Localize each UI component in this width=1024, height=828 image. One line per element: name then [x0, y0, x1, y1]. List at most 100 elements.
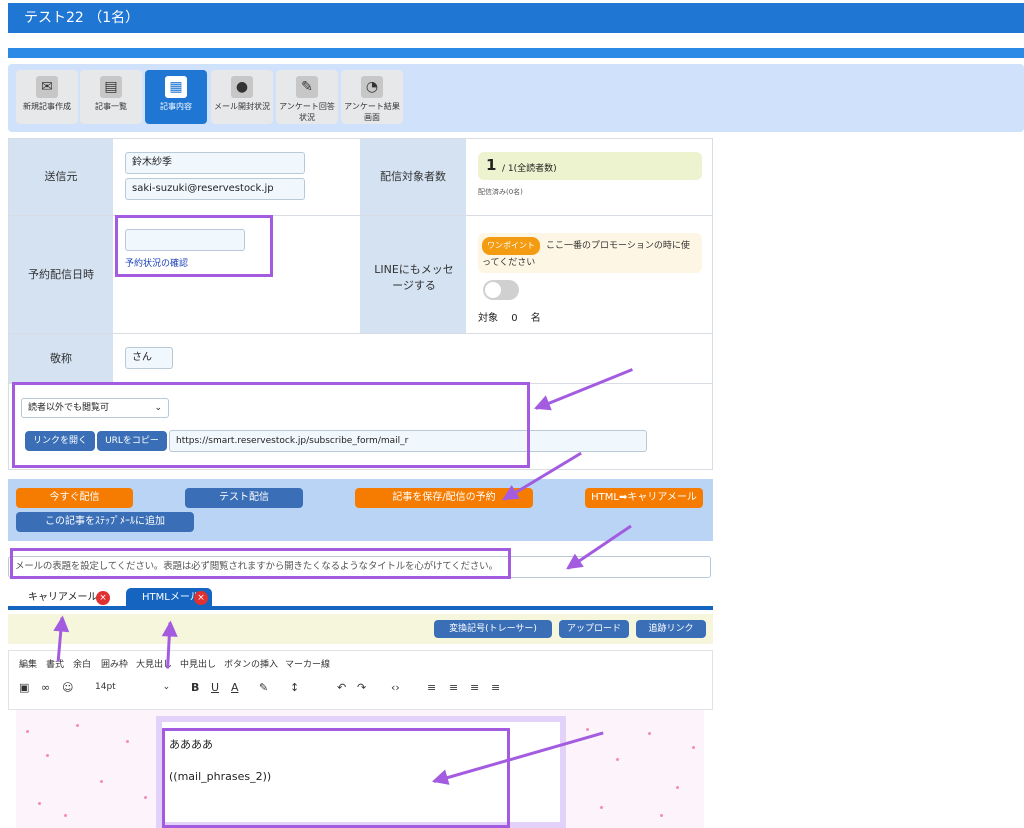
line-message-label-cell: LINEにもメッセージする — [360, 216, 466, 333]
redo-icon[interactable]: ↷ — [357, 681, 366, 694]
menu-margin[interactable]: 余白 — [73, 657, 91, 670]
undo-icon[interactable]: ↶ — [337, 681, 346, 694]
bold-icon[interactable]: B — [191, 681, 199, 694]
link-icon[interactable]: ∞ — [41, 681, 50, 694]
menu-frame[interactable]: 囲み枠 — [101, 657, 128, 670]
decor-dot — [144, 796, 147, 799]
sender-email-field[interactable]: saki-suzuki@reservestock.jp — [125, 178, 305, 200]
decor-dot — [660, 814, 663, 817]
toolbar-label: アンケート結果画面 — [344, 102, 400, 122]
align-center-icon[interactable]: ≡ — [449, 681, 458, 694]
annotation-highlight-box — [12, 382, 530, 468]
html-to-carrier-button[interactable]: HTML➡キャリアメール — [585, 488, 703, 508]
toolbar-article-list[interactable]: ▤ 記事一覧 — [80, 70, 142, 124]
align-right-icon[interactable]: ≡ — [470, 681, 479, 694]
font-size-value: 14pt — [95, 682, 116, 692]
toolbar-label: 記事内容 — [160, 102, 192, 111]
tab-html-mail[interactable]: HTMLメール × — [126, 588, 212, 608]
header-divider-bar — [8, 48, 1024, 58]
target-count-value: 1 — [486, 156, 497, 174]
menu-medium-heading[interactable]: 中見出し — [180, 657, 216, 670]
footprint-icon: ● — [231, 76, 253, 98]
line-message-toggle[interactable] — [483, 280, 519, 300]
decor-dot — [26, 730, 29, 733]
newspaper-icon: ▦ — [165, 76, 187, 98]
line-height-icon[interactable]: ↕ — [290, 681, 299, 694]
line-target-count: 0 — [511, 313, 518, 324]
close-icon[interactable]: × — [96, 591, 110, 605]
align-left-icon[interactable]: ≡ — [427, 681, 436, 694]
tip-badge: ワンポイント — [482, 237, 540, 255]
tip-box: ワンポイント ここ一番のプロモーションの時に使ってください — [478, 233, 702, 273]
honorific-label: 敬称 — [9, 334, 113, 383]
tracking-link-button[interactable]: 追跡リンク — [636, 620, 706, 638]
toolbar-mail-open-status[interactable]: ● メール開封状況 — [211, 70, 273, 124]
decor-dot — [676, 786, 679, 789]
text-color-icon[interactable]: A — [231, 681, 239, 694]
schedule-label: 予約配信日時 — [9, 216, 113, 333]
emoji-icon[interactable]: ☺ — [62, 681, 73, 694]
highlight-icon[interactable]: ✎ — [259, 681, 268, 694]
close-icon[interactable]: × — [194, 591, 208, 605]
toolbar-survey-results[interactable]: ◔ アンケート結果画面 — [341, 70, 403, 124]
menu-insert-button[interactable]: ボタンの挿入 — [224, 657, 278, 670]
decor-dot — [76, 724, 79, 727]
new-mail-icon: ✉ — [36, 76, 58, 98]
menu-marker-line[interactable]: マーカー線 — [285, 657, 330, 670]
align-justify-icon[interactable]: ≡ — [491, 681, 500, 694]
sender-label: 送信元 — [9, 139, 113, 215]
convert-symbol-button[interactable]: 変換記号(トレーサー) — [434, 620, 552, 638]
decor-dot — [616, 758, 619, 761]
line-target-row: 対象 0 名 — [478, 309, 541, 324]
mouse-icon: ◔ — [361, 76, 383, 98]
editor-action-bar: 変換記号(トレーサー) アップロード 追跡リンク — [8, 614, 713, 644]
annotation-highlight-box — [10, 548, 511, 579]
decor-dot — [38, 802, 41, 805]
line-message-label: LINEにもメッセージする — [374, 263, 454, 292]
page-title: テスト22 （1名） — [8, 3, 1024, 33]
menu-format[interactable]: 書式 — [46, 657, 64, 670]
target-count-label: 配信対象者数 — [360, 139, 466, 215]
tab-carrier-mail[interactable]: キャリアメール × — [12, 588, 122, 608]
survey-icon: ✎ — [296, 76, 318, 98]
toolbar-label: 新規記事作成 — [23, 102, 71, 111]
row-divider — [9, 333, 712, 334]
menu-edit[interactable]: 編集 — [19, 657, 37, 670]
target-count-box: 1 / 1(全読者数) — [478, 152, 702, 180]
decor-dot — [64, 814, 67, 817]
font-size-select[interactable]: 14pt ⌄ — [95, 682, 170, 692]
decor-dot — [692, 746, 695, 749]
line-target-unit: 名 — [530, 313, 541, 324]
code-icon[interactable]: ‹› — [391, 681, 400, 694]
toolbar-article-content[interactable]: ▦ 記事内容 — [145, 70, 207, 124]
image-icon[interactable]: ▣ — [19, 681, 29, 694]
editor-toolbar: 編集 書式 余白 囲み枠 大見出し 中見出し ボタンの挿入 マーカー線 ▣ ∞ … — [8, 650, 713, 710]
toolbar-label: メール開封状況 — [214, 102, 270, 111]
decor-dot — [126, 740, 129, 743]
send-now-button[interactable]: 今すぐ配信 — [16, 488, 133, 508]
line-target-label: 対象 — [478, 313, 498, 324]
decor-dot — [46, 754, 49, 757]
test-send-button[interactable]: テスト配信 — [185, 488, 303, 508]
annotation-highlight-box — [162, 728, 510, 828]
honorific-input[interactable]: さん — [125, 347, 173, 369]
toolbar-survey-status[interactable]: ✎ アンケート回答状況 — [276, 70, 338, 124]
mail-type-tabs: キャリアメール × HTMLメール × — [8, 586, 713, 610]
action-button-panel: 今すぐ配信 テスト配信 記事を保存/配信の予約 HTML➡キャリアメール この記… — [8, 479, 713, 541]
chevron-down-icon: ⌄ — [162, 682, 171, 692]
tab-html-mail-label: HTMLメール — [142, 592, 200, 603]
toolbar-new-article[interactable]: ✉ 新規記事作成 — [16, 70, 78, 124]
annotation-highlight-box — [115, 215, 273, 277]
sender-name-field[interactable]: 鈴木紗季 — [125, 152, 305, 174]
printer-icon: ▤ — [100, 76, 122, 98]
underline-icon[interactable]: U — [211, 681, 219, 694]
target-total-text: / 1(全読者数) — [502, 164, 557, 174]
decor-dot — [648, 732, 651, 735]
target-sent-text: 配信済み(0名) — [478, 188, 523, 196]
upload-button[interactable]: アップロード — [559, 620, 629, 638]
add-to-step-mail-button[interactable]: この記事をｽﾃｯﾌﾟﾒｰﾙに追加 — [16, 512, 194, 532]
article-toolbar: ✉ 新規記事作成 ▤ 記事一覧 ▦ 記事内容 ● メール開封状況 ✎ アンケート… — [8, 64, 1024, 132]
decor-dot — [600, 806, 603, 809]
tab-carrier-mail-label: キャリアメール — [28, 592, 98, 603]
toolbar-label: アンケート回答状況 — [279, 102, 335, 122]
